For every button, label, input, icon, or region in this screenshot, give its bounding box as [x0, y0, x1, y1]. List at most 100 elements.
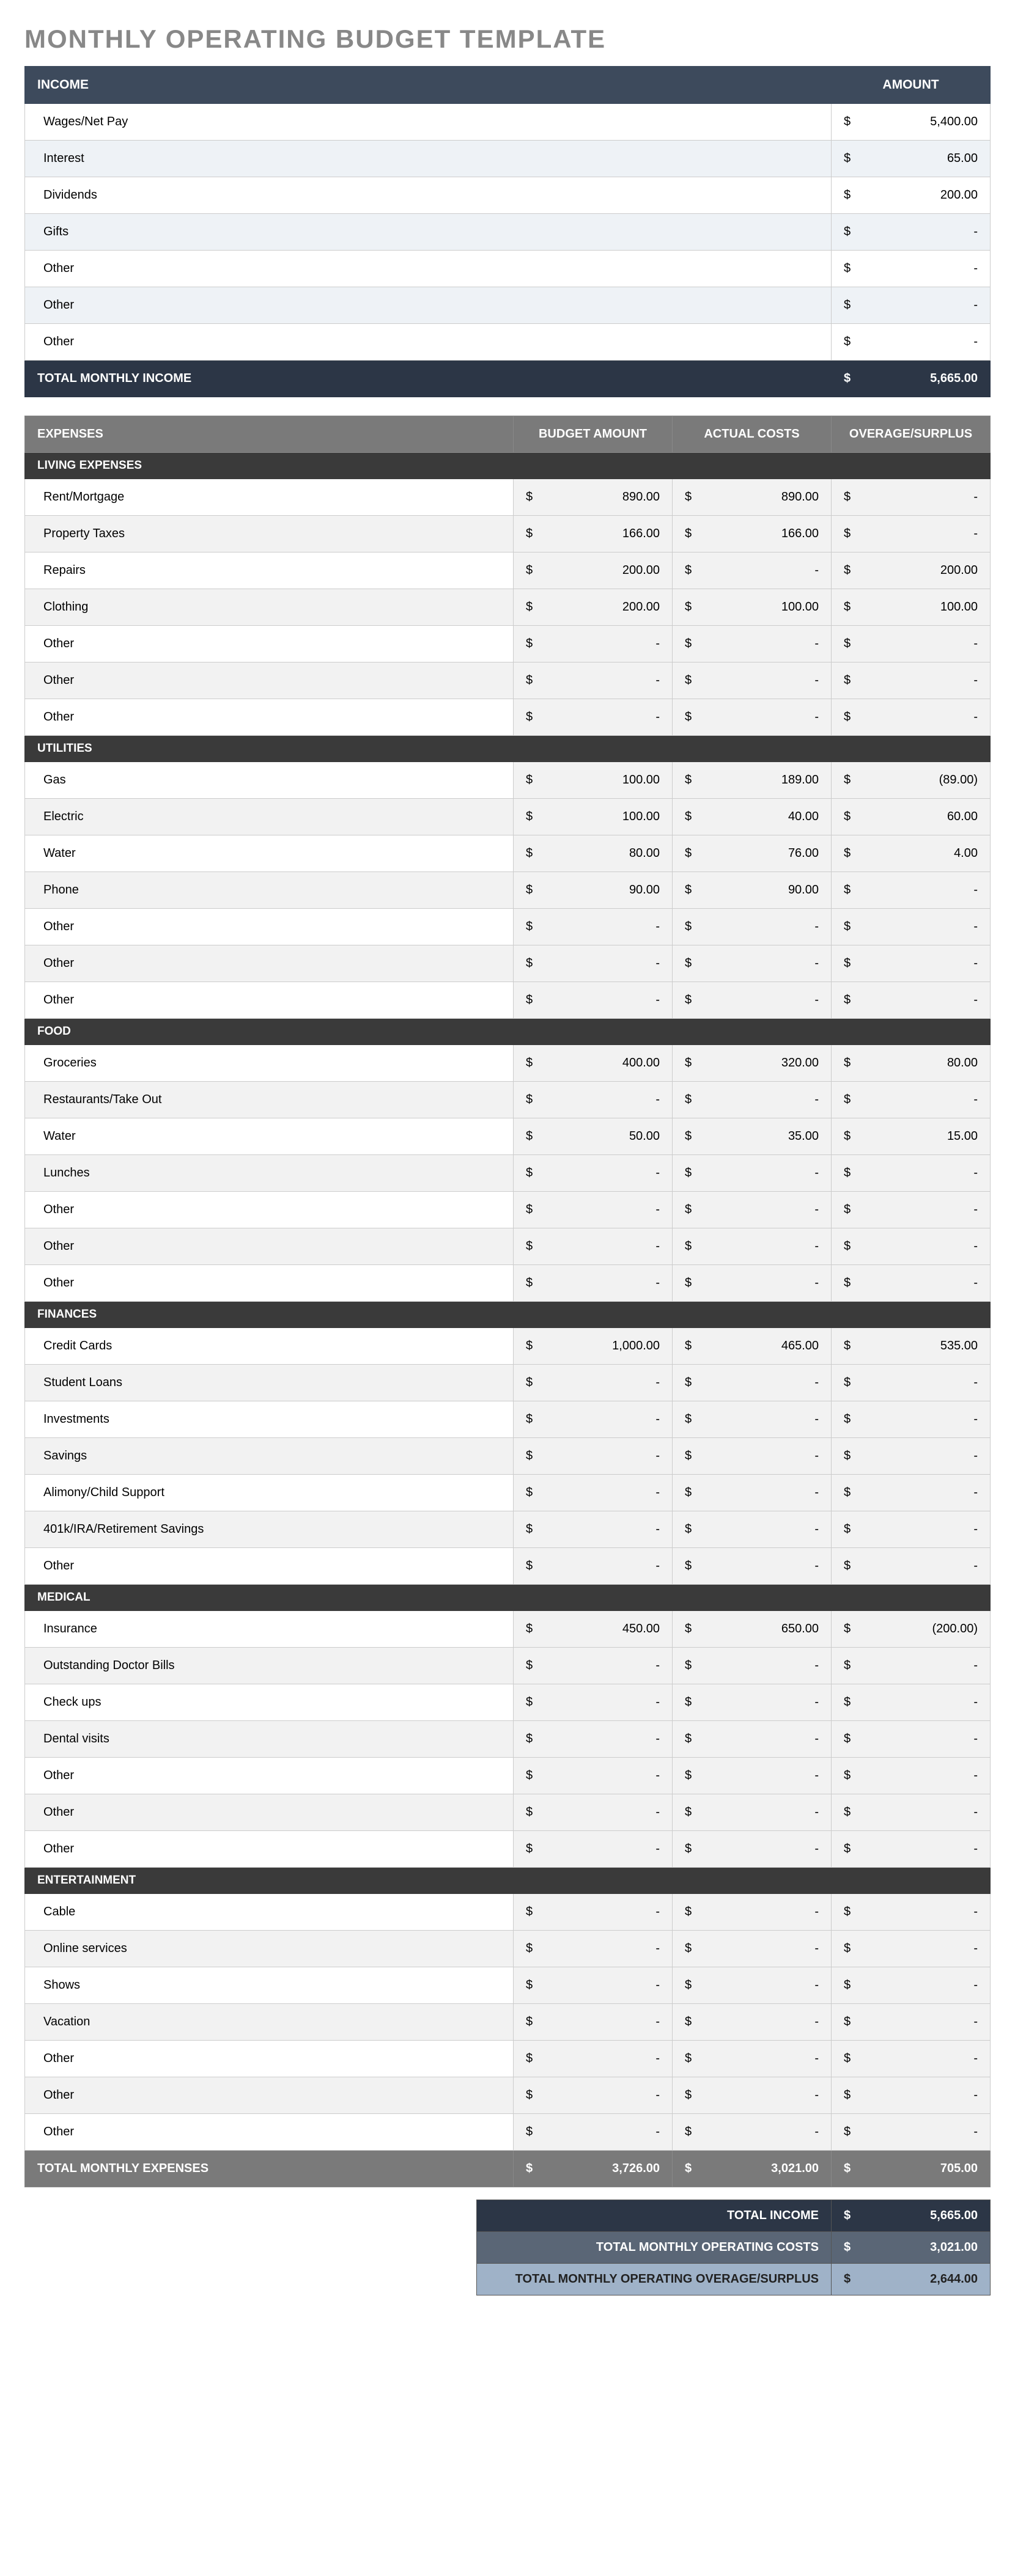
expense-row-actual[interactable]: $- — [673, 1831, 832, 1868]
expense-row-overage[interactable]: $- — [832, 909, 991, 945]
expense-row-label[interactable]: Property Taxes — [25, 516, 514, 552]
expense-row-actual[interactable]: $- — [673, 626, 832, 662]
expense-row-label[interactable]: Other — [25, 699, 514, 736]
expense-row-overage[interactable]: $- — [832, 1082, 991, 1118]
expense-row-overage[interactable]: $15.00 — [832, 1118, 991, 1155]
expense-row-budget[interactable]: $166.00 — [514, 516, 673, 552]
expense-row-label[interactable]: Cable — [25, 1894, 514, 1931]
expense-row-actual[interactable]: $- — [673, 1721, 832, 1758]
expense-row-label[interactable]: Other — [25, 982, 514, 1019]
expense-row-label[interactable]: Clothing — [25, 589, 514, 626]
expense-row-label[interactable]: Rent/Mortgage — [25, 479, 514, 516]
expense-row-actual[interactable]: $- — [673, 1648, 832, 1684]
expense-row-budget[interactable]: $- — [514, 1648, 673, 1684]
expense-row-budget[interactable]: $- — [514, 1192, 673, 1228]
expense-row-label[interactable]: Outstanding Doctor Bills — [25, 1648, 514, 1684]
expense-row-actual[interactable]: $- — [673, 909, 832, 945]
income-row-amount[interactable]: $200.00 — [832, 177, 991, 214]
expense-row-budget[interactable]: $- — [514, 1894, 673, 1931]
expense-row-overage[interactable]: $- — [832, 1794, 991, 1831]
expense-row-label[interactable]: Other — [25, 1228, 514, 1265]
income-row-amount[interactable]: $5,400.00 — [832, 104, 991, 141]
expense-row-overage[interactable]: $- — [832, 516, 991, 552]
expense-row-actual[interactable]: $- — [673, 2041, 832, 2077]
expense-row-budget[interactable]: $890.00 — [514, 479, 673, 516]
expense-row-overage[interactable]: $60.00 — [832, 799, 991, 835]
expense-row-actual[interactable]: $- — [673, 982, 832, 1019]
expense-row-overage[interactable]: $- — [832, 982, 991, 1019]
expense-row-budget[interactable]: $- — [514, 1721, 673, 1758]
expense-row-overage[interactable]: $- — [832, 1831, 991, 1868]
expense-row-budget[interactable]: $- — [514, 1265, 673, 1302]
expense-row-actual[interactable]: $76.00 — [673, 835, 832, 872]
expense-row-label[interactable]: Vacation — [25, 2004, 514, 2041]
income-row-amount[interactable]: $- — [832, 251, 991, 287]
income-row-label[interactable]: Dividends — [25, 177, 832, 214]
expense-row-overage[interactable]: $- — [832, 479, 991, 516]
expense-row-label[interactable]: Gas — [25, 762, 514, 799]
expense-row-budget[interactable]: $- — [514, 945, 673, 982]
expense-row-budget[interactable]: $90.00 — [514, 872, 673, 909]
expense-row-actual[interactable]: $- — [673, 1894, 832, 1931]
expense-row-actual[interactable]: $- — [673, 552, 832, 589]
expense-row-label[interactable]: Other — [25, 626, 514, 662]
income-row-label[interactable]: Other — [25, 251, 832, 287]
expense-row-overage[interactable]: $- — [832, 2004, 991, 2041]
expense-row-overage[interactable]: $- — [832, 626, 991, 662]
expense-row-overage[interactable]: $- — [832, 1684, 991, 1721]
income-row-amount[interactable]: $- — [832, 287, 991, 324]
expense-row-budget[interactable]: $- — [514, 1758, 673, 1794]
expense-row-actual[interactable]: $- — [673, 1511, 832, 1548]
expense-row-budget[interactable]: $- — [514, 1228, 673, 1265]
expense-row-label[interactable]: Insurance — [25, 1611, 514, 1648]
expense-row-actual[interactable]: $- — [673, 2077, 832, 2114]
expense-row-budget[interactable]: $- — [514, 626, 673, 662]
expense-row-actual[interactable]: $- — [673, 1365, 832, 1401]
expense-row-actual[interactable]: $- — [673, 662, 832, 699]
income-row-label[interactable]: Wages/Net Pay — [25, 104, 832, 141]
expense-row-overage[interactable]: $- — [832, 699, 991, 736]
expense-row-label[interactable]: Other — [25, 662, 514, 699]
expense-row-budget[interactable]: $- — [514, 982, 673, 1019]
income-row-label[interactable]: Other — [25, 287, 832, 324]
expense-row-actual[interactable]: $- — [673, 699, 832, 736]
expense-row-actual[interactable]: $- — [673, 1931, 832, 1967]
expense-row-overage[interactable]: $- — [832, 1931, 991, 1967]
expense-row-label[interactable]: Other — [25, 945, 514, 982]
income-row-amount[interactable]: $- — [832, 214, 991, 251]
expense-row-overage[interactable]: $- — [832, 1511, 991, 1548]
expense-row-label[interactable]: 401k/IRA/Retirement Savings — [25, 1511, 514, 1548]
expense-row-budget[interactable]: $400.00 — [514, 1045, 673, 1082]
expense-row-budget[interactable]: $50.00 — [514, 1118, 673, 1155]
income-row-label[interactable]: Other — [25, 324, 832, 361]
expense-row-overage[interactable]: $- — [832, 1721, 991, 1758]
expense-row-budget[interactable]: $100.00 — [514, 799, 673, 835]
expense-row-overage[interactable]: $- — [832, 1758, 991, 1794]
expense-row-budget[interactable]: $- — [514, 699, 673, 736]
expense-row-budget[interactable]: $- — [514, 909, 673, 945]
expense-row-label[interactable]: Phone — [25, 872, 514, 909]
expense-row-label[interactable]: Water — [25, 835, 514, 872]
expense-row-label[interactable]: Shows — [25, 1967, 514, 2004]
expense-row-actual[interactable]: $- — [673, 1758, 832, 1794]
expense-row-actual[interactable]: $465.00 — [673, 1328, 832, 1365]
expense-row-label[interactable]: Dental visits — [25, 1721, 514, 1758]
expense-row-actual[interactable]: $- — [673, 1155, 832, 1192]
expense-row-label[interactable]: Electric — [25, 799, 514, 835]
expense-row-budget[interactable]: $- — [514, 1831, 673, 1868]
expense-row-actual[interactable]: $- — [673, 1967, 832, 2004]
expense-row-actual[interactable]: $320.00 — [673, 1045, 832, 1082]
expense-row-label[interactable]: Other — [25, 909, 514, 945]
expense-row-budget[interactable]: $100.00 — [514, 762, 673, 799]
expense-row-budget[interactable]: $- — [514, 662, 673, 699]
expense-row-budget[interactable]: $450.00 — [514, 1611, 673, 1648]
expense-row-overage[interactable]: $- — [832, 1265, 991, 1302]
expense-row-budget[interactable]: $200.00 — [514, 552, 673, 589]
expense-row-label[interactable]: Other — [25, 2114, 514, 2151]
expense-row-actual[interactable]: $- — [673, 1401, 832, 1438]
expense-row-overage[interactable]: $- — [832, 2077, 991, 2114]
expense-row-overage[interactable]: $- — [832, 662, 991, 699]
expense-row-actual[interactable]: $189.00 — [673, 762, 832, 799]
expense-row-label[interactable]: Other — [25, 2077, 514, 2114]
expense-row-budget[interactable]: $- — [514, 2114, 673, 2151]
